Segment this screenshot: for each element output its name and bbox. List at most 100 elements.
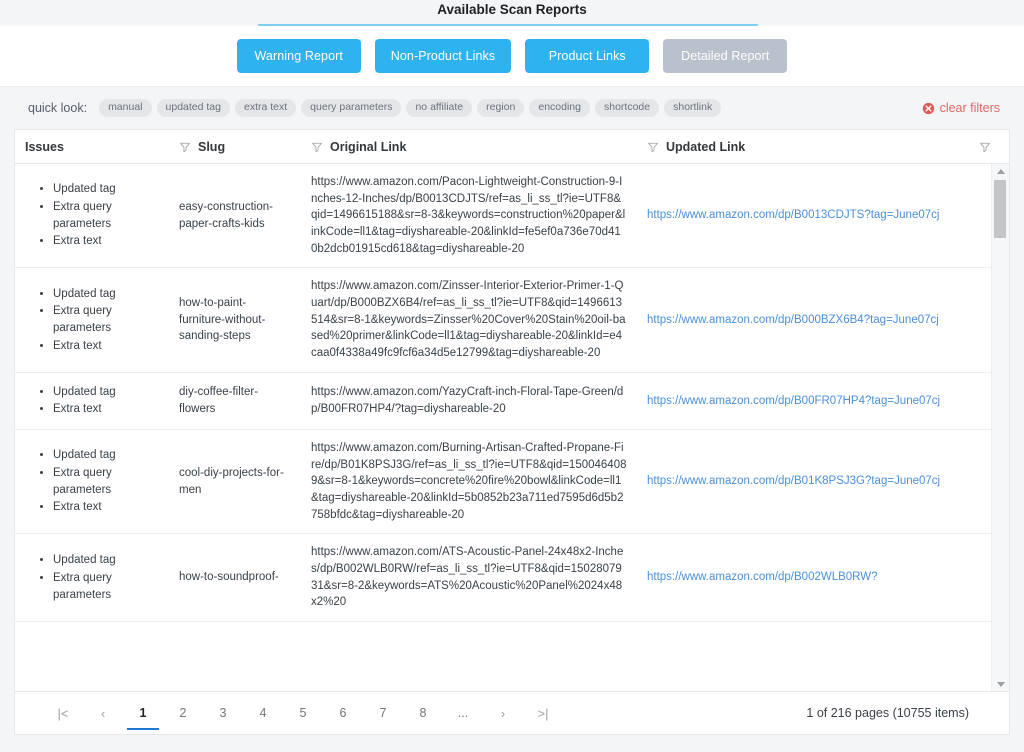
- list-item: Extra query parameters: [53, 465, 159, 498]
- pagination-first-button[interactable]: |<: [52, 698, 74, 728]
- pagination-page-5[interactable]: 5: [292, 698, 314, 728]
- updated-link[interactable]: https://www.amazon.com/dp/B01K8PSJ3G?tag…: [647, 473, 940, 490]
- list-item: Extra query parameters: [53, 303, 159, 336]
- original-link-text: https://www.amazon.com/Zinsser-Interior-…: [311, 280, 626, 360]
- issues-list: Updated tag Extra query parameters Extra…: [37, 446, 159, 517]
- warning-report-button[interactable]: Warning Report: [236, 39, 361, 73]
- list-item: Extra text: [53, 338, 159, 355]
- updated-link[interactable]: https://www.amazon.com/dp/B000BZX6B4?tag…: [647, 312, 939, 329]
- updated-link[interactable]: https://www.amazon.com/dp/B0013CDJTS?tag…: [647, 207, 939, 224]
- scrollbar-up-button[interactable]: [992, 164, 1009, 178]
- page-title-bar: Available Scan Reports: [0, 0, 1024, 26]
- quick-look-chip-manual[interactable]: manual: [99, 98, 152, 118]
- pagination-page-8[interactable]: 8: [412, 698, 434, 728]
- table-row[interactable]: Updated tag Extra query parameters Extra…: [15, 268, 1009, 373]
- list-item: Updated tag: [53, 181, 159, 198]
- pagination-page-4[interactable]: 4: [252, 698, 274, 728]
- pagination-page-7[interactable]: 7: [372, 698, 394, 728]
- clear-filters-icon: [922, 102, 935, 115]
- title-underline: [258, 24, 758, 26]
- cell-issues: Updated tag Extra query parameters Extra…: [15, 164, 169, 267]
- pagination-page-3[interactable]: 3: [212, 698, 234, 728]
- cell-original-link: https://www.amazon.com/Burning-Artisan-C…: [301, 430, 637, 533]
- updated-link[interactable]: https://www.amazon.com/dp/B00FR07HP4?tag…: [647, 393, 940, 410]
- original-link-text: https://www.amazon.com/YazyCraft-inch-Fl…: [311, 386, 624, 415]
- column-header-issues-label: Issues: [25, 139, 64, 154]
- filter-icon-slug[interactable]: [179, 141, 191, 153]
- quick-look-chip-region[interactable]: region: [477, 98, 525, 118]
- pagination-prev-button[interactable]: ‹: [92, 698, 114, 728]
- original-link-text: https://www.amazon.com/Burning-Artisan-C…: [311, 442, 627, 521]
- quick-look-label: quick look:: [28, 101, 88, 115]
- pagination-last-button[interactable]: >|: [532, 698, 554, 728]
- pagination-page-1[interactable]: 1: [127, 698, 159, 730]
- grid-header-row: Issues Slug Original Link Updated Link: [15, 130, 1009, 164]
- column-header-trailing[interactable]: [969, 130, 1009, 163]
- cell-issues: Updated tag Extra query parameters: [15, 534, 169, 621]
- list-item: Extra query parameters: [53, 199, 159, 232]
- scan-reports-grid: Issues Slug Original Link Updated Link •…: [14, 129, 1010, 691]
- list-item: Updated tag: [53, 384, 116, 401]
- table-row[interactable]: Updated tag Extra query parameters Extra…: [15, 430, 1009, 535]
- cell-slug: how-to-soundproof-: [179, 571, 279, 584]
- cell-original-link: https://www.amazon.com/ATS-Acoustic-Pane…: [301, 534, 637, 621]
- table-row[interactable]: Updated tag Extra text diy-coffee-filter…: [15, 372, 1009, 431]
- chevron-down-icon: [996, 681, 1005, 687]
- list-item: Extra text: [53, 499, 159, 516]
- list-item: Extra query parameters: [53, 570, 159, 603]
- cell-issues: Updated tag Extra query parameters Extra…: [15, 430, 169, 533]
- column-header-issues[interactable]: Issues: [15, 130, 169, 163]
- clear-filters-label: clear filters: [939, 101, 1000, 115]
- scrollbar-down-button[interactable]: [992, 677, 1009, 691]
- table-row[interactable]: Updated tag Extra query parameters Extra…: [15, 164, 1009, 269]
- report-buttons-panel: Warning Report Non-Product Links Product…: [0, 26, 1024, 87]
- issues-list: Updated tag Extra query parameters Extra…: [37, 285, 159, 356]
- list-item: Updated tag: [53, 286, 159, 303]
- quick-look-bar: quick look: manual updated tag extra tex…: [0, 87, 1024, 129]
- cell-original-link: https://www.amazon.com/Pacon-Lightweight…: [301, 164, 637, 267]
- pagination-bar: |< ‹ 1 2 3 4 5 6 7 8 ... › >| 1 of 216 p…: [14, 691, 1010, 735]
- cell-original-link: https://www.amazon.com/YazyCraft-inch-Fl…: [301, 373, 637, 429]
- product-links-button[interactable]: Product Links: [525, 39, 650, 73]
- column-header-slug[interactable]: Slug: [169, 130, 301, 163]
- table-row[interactable]: Updated tag Extra query parameters how-t…: [15, 534, 1009, 623]
- page-title: Available Scan Reports: [437, 2, 587, 17]
- column-header-original-link-label: Original Link: [330, 139, 407, 154]
- quick-look-chip-encoding[interactable]: encoding: [529, 98, 590, 118]
- filter-icon-trailing[interactable]: [979, 141, 991, 153]
- cell-updated-link: https://www.amazon.com/dp/B01K8PSJ3G?tag…: [637, 430, 1009, 533]
- grid-vertical-scrollbar[interactable]: [991, 164, 1009, 691]
- clear-filters-button[interactable]: clear filters: [922, 101, 1000, 115]
- column-header-updated-link[interactable]: Updated Link: [637, 130, 969, 163]
- quick-look-chip-query-parameters[interactable]: query parameters: [301, 98, 402, 118]
- updated-link[interactable]: https://www.amazon.com/dp/B002WLB0RW?: [647, 569, 878, 586]
- column-header-original-link[interactable]: Original Link: [301, 130, 637, 163]
- non-product-links-button[interactable]: Non-Product Links: [374, 39, 512, 73]
- issues-list: Updated tag Extra query parameters Extra…: [37, 180, 159, 251]
- detailed-report-button[interactable]: Detailed Report: [663, 39, 788, 73]
- quick-look-chip-shortcode[interactable]: shortcode: [594, 98, 660, 118]
- list-item: Extra text: [53, 233, 159, 250]
- quick-look-chip-no-affiliate[interactable]: no affiliate: [406, 98, 473, 118]
- cell-updated-link: https://www.amazon.com/dp/B002WLB0RW?: [637, 534, 1009, 621]
- filter-icon-original-link[interactable]: [311, 141, 323, 153]
- cell-original-link: https://www.amazon.com/Zinsser-Interior-…: [301, 268, 637, 371]
- scrollbar-thumb[interactable]: [994, 180, 1006, 238]
- cell-updated-link: https://www.amazon.com/dp/B00FR07HP4?tag…: [637, 373, 1009, 429]
- cell-slug: how-to-paint-furniture-without-sanding-s…: [179, 297, 266, 343]
- cell-issues: Updated tag Extra query parameters Extra…: [15, 268, 169, 371]
- original-link-text: https://www.amazon.com/Pacon-Lightweight…: [311, 176, 626, 255]
- pagination-page-6[interactable]: 6: [332, 698, 354, 728]
- quick-look-chip-extra-text[interactable]: extra text: [234, 98, 297, 118]
- filter-icon-updated-link[interactable]: [647, 141, 659, 153]
- pagination-info: 1 of 216 pages (10755 items): [806, 706, 969, 720]
- quick-look-chip-shortlink[interactable]: shortlink: [664, 98, 722, 118]
- original-link-text: https://www.amazon.com/ATS-Acoustic-Pane…: [311, 546, 624, 609]
- list-item: Updated tag: [53, 447, 159, 464]
- grid-body: Updated tag Extra query parameters Extra…: [15, 164, 1009, 691]
- pagination-next-button[interactable]: ›: [492, 698, 514, 728]
- cell-updated-link: https://www.amazon.com/dp/B000BZX6B4?tag…: [637, 268, 1009, 371]
- list-item: Updated tag: [53, 552, 159, 569]
- pagination-page-2[interactable]: 2: [172, 698, 194, 728]
- quick-look-chip-updated-tag[interactable]: updated tag: [156, 98, 230, 118]
